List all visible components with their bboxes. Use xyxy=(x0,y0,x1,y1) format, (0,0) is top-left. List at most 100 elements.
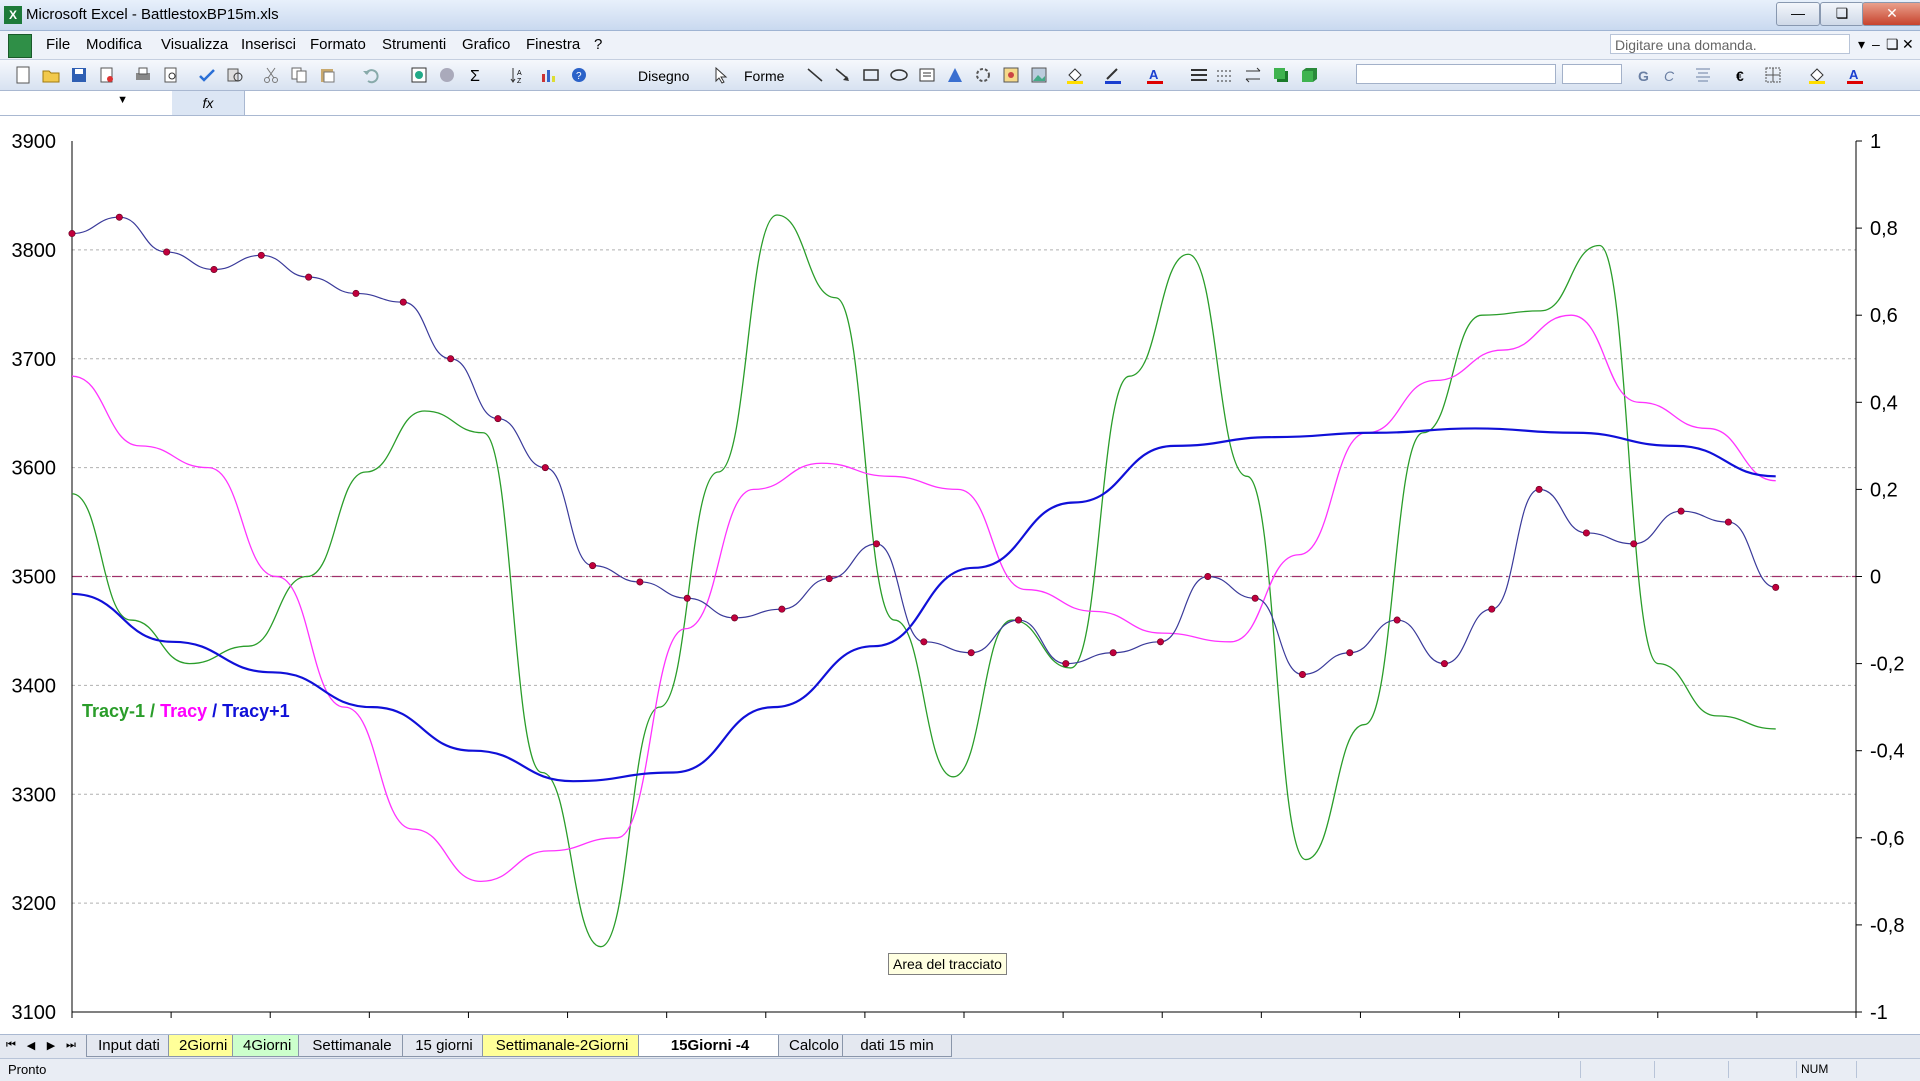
sheet-tab[interactable]: Input dati xyxy=(86,1035,172,1057)
text-color-icon[interactable]: A xyxy=(1846,66,1864,84)
sheet-tab[interactable]: 2Giorni xyxy=(168,1035,236,1057)
price-point xyxy=(68,230,76,238)
textbox-icon[interactable] xyxy=(918,66,936,84)
ask-question-input[interactable]: Digitare una domanda. xyxy=(1610,34,1850,54)
help-icon[interactable]: ? xyxy=(570,66,588,84)
right-axis-tick-label: 0,6 xyxy=(1870,305,1898,327)
chart-object-selector[interactable] xyxy=(1356,64,1556,84)
first-sheet-icon[interactable]: ⏮ xyxy=(4,1039,18,1052)
menu-file[interactable]: File xyxy=(46,36,70,53)
chevron-down-icon[interactable]: ▾ xyxy=(1858,36,1865,53)
right-axis-tick-label: -0,6 xyxy=(1870,828,1904,850)
doc-restore-icon[interactable]: ❏ xyxy=(1886,36,1899,53)
sheet-tab[interactable]: dati 15 min xyxy=(842,1035,952,1057)
permission-icon[interactable] xyxy=(98,66,116,84)
italic-icon[interactable]: C xyxy=(1664,68,1674,84)
menu-inserisci[interactable]: Inserisci xyxy=(241,36,296,53)
bold-icon[interactable]: G xyxy=(1638,68,1649,84)
doc-close-icon[interactable]: ✕ xyxy=(1902,36,1914,53)
menu-visualizza[interactable]: Visualizza xyxy=(161,36,228,53)
menu-grafico[interactable]: Grafico xyxy=(462,36,510,53)
price-point xyxy=(1393,616,1401,624)
web-icon[interactable] xyxy=(438,66,456,84)
function-icon[interactable]: fx xyxy=(172,91,245,115)
price-point xyxy=(1346,649,1354,657)
chart-wizard-icon[interactable] xyxy=(540,66,558,84)
cut-icon[interactable] xyxy=(262,66,280,84)
menu-help[interactable]: ? xyxy=(594,36,602,53)
spelling-icon[interactable] xyxy=(198,66,216,84)
paste-icon[interactable] xyxy=(318,66,336,84)
legend-separator: / xyxy=(207,701,222,721)
status-cell xyxy=(1580,1061,1654,1078)
sheet-tab[interactable]: Settimanale-2Giorni xyxy=(482,1035,642,1057)
name-box[interactable]: ▼ xyxy=(0,91,173,115)
price-point xyxy=(494,415,502,423)
shapes-menu[interactable]: Forme xyxy=(744,68,784,84)
align-icon[interactable] xyxy=(1694,66,1712,84)
axes xyxy=(71,140,1862,1018)
price-point xyxy=(1724,518,1732,526)
sort-icon[interactable]: AZ xyxy=(508,66,526,84)
borders-icon[interactable] xyxy=(1764,66,1782,84)
rectangle-icon[interactable] xyxy=(862,66,880,84)
shadow-style-icon[interactable] xyxy=(1272,66,1290,84)
menu-modifica[interactable]: Modifica xyxy=(86,36,142,53)
sheet-tab[interactable]: Calcolo xyxy=(778,1035,846,1057)
sheet-tab[interactable]: Settimanale xyxy=(298,1035,406,1057)
research-icon[interactable] xyxy=(226,66,244,84)
right-axis-labels: 1 0,8 0,6 0,4 0,2 0 -0,2 -0,4 -0,6 -0,8 -1 xyxy=(1870,131,1904,1024)
chart-svg[interactable]: 3900 3800 3700 3600 3500 3400 3300 3200 3100 1 0,… xyxy=(0,116,1920,1034)
font-size-selector[interactable] xyxy=(1562,64,1622,84)
arrow-icon[interactable] xyxy=(834,66,852,84)
price-point xyxy=(1488,605,1496,613)
menu-strumenti[interactable]: Strumenti xyxy=(382,36,446,53)
hyperlink-icon[interactable] xyxy=(410,66,428,84)
line-style-icon[interactable] xyxy=(1190,66,1208,84)
font-color-icon[interactable]: A xyxy=(1146,66,1164,84)
line-icon[interactable] xyxy=(806,66,824,84)
currency-icon[interactable]: € xyxy=(1736,68,1744,84)
select-objects-icon[interactable] xyxy=(712,66,730,84)
autosum-icon[interactable]: Σ xyxy=(470,68,480,86)
highlight-icon[interactable] xyxy=(1808,66,1826,84)
copy-icon[interactable] xyxy=(290,66,308,84)
last-sheet-icon[interactable]: ⏭ xyxy=(64,1039,78,1052)
save-icon[interactable] xyxy=(70,66,88,84)
picture-icon[interactable] xyxy=(1030,66,1048,84)
close-button[interactable]: ✕ xyxy=(1862,2,1920,26)
legend-tracy: Tracy xyxy=(160,701,207,721)
sheet-tab[interactable]: 4Giorni xyxy=(232,1035,302,1057)
new-file-icon[interactable] xyxy=(14,66,32,84)
wordart-icon[interactable] xyxy=(946,66,964,84)
open-folder-icon[interactable] xyxy=(42,66,60,84)
left-axis-tick-label: 3700 xyxy=(12,349,57,371)
workbook-icon[interactable] xyxy=(8,34,32,58)
sheet-tab[interactable]: 15 giorni xyxy=(402,1035,486,1057)
dash-style-icon[interactable] xyxy=(1216,66,1234,84)
price-point xyxy=(1298,670,1306,678)
doc-minimize-icon[interactable]: – xyxy=(1872,36,1880,52)
minimize-button[interactable]: — xyxy=(1776,2,1820,26)
clipart-icon[interactable] xyxy=(1002,66,1020,84)
prev-sheet-icon[interactable]: ◀ xyxy=(24,1039,38,1052)
sheet-tab[interactable]: 15Giorni -4 giorni xyxy=(638,1035,782,1076)
arrow-style-icon[interactable] xyxy=(1244,66,1262,84)
chevron-down-icon[interactable]: ▼ xyxy=(117,94,128,106)
menu-finestra[interactable]: Finestra xyxy=(526,36,580,53)
3d-style-icon[interactable] xyxy=(1300,66,1318,84)
diagram-icon[interactable] xyxy=(974,66,992,84)
fill-color-icon[interactable] xyxy=(1066,66,1084,84)
left-axis-tick-label: 3100 xyxy=(12,1002,57,1024)
status-cell xyxy=(1856,1061,1920,1078)
print-icon[interactable] xyxy=(134,66,152,84)
oval-icon[interactable] xyxy=(890,66,908,84)
chart-area[interactable]: 3900 3800 3700 3600 3500 3400 3300 3200 3100 1 0,… xyxy=(0,116,1920,1034)
line-color-icon[interactable] xyxy=(1104,66,1122,84)
next-sheet-icon[interactable]: ▶ xyxy=(44,1039,58,1052)
undo-icon[interactable] xyxy=(362,66,380,84)
print-preview-icon[interactable] xyxy=(162,66,180,84)
drawing-menu[interactable]: Disegno xyxy=(638,68,689,84)
maximize-button[interactable]: ❏ xyxy=(1820,2,1864,26)
menu-formato[interactable]: Formato xyxy=(310,36,366,53)
